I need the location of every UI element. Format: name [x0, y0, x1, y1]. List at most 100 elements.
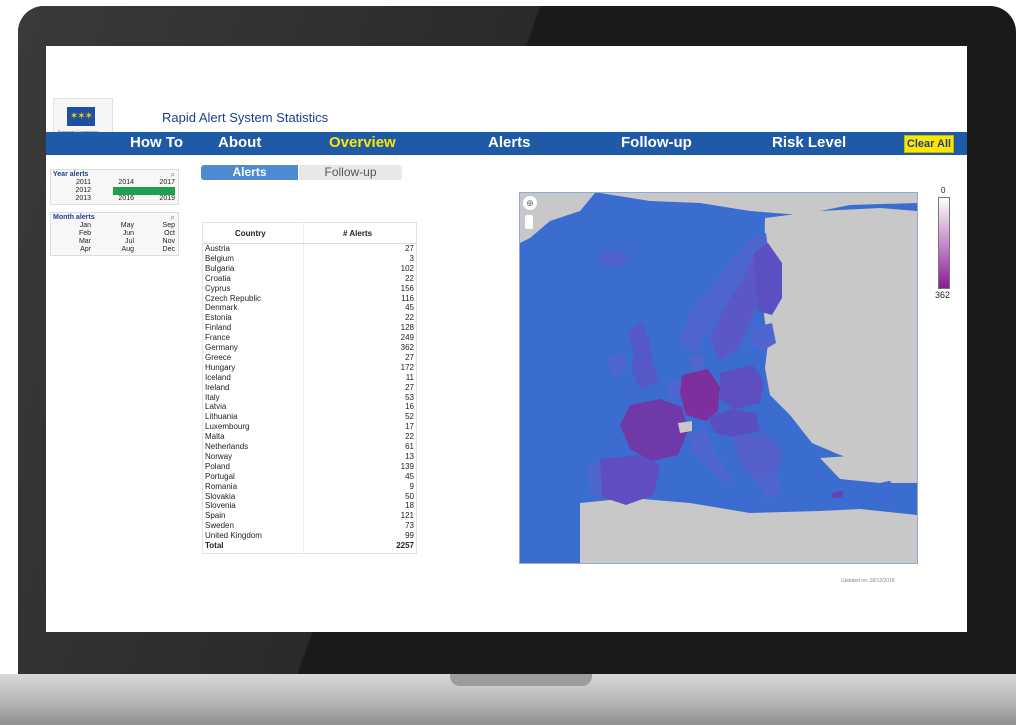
month-option[interactable]: Sep [147, 222, 175, 230]
screen: ✶✶✶ European Commission Rapid Alert Syst… [46, 46, 967, 632]
table-row[interactable]: Romania 9 [203, 482, 416, 492]
table-row[interactable]: Denmark 45 [203, 303, 416, 313]
year-option[interactable]: 2014 [106, 179, 134, 187]
map-greece [756, 473, 782, 499]
map-pan-control[interactable] [525, 215, 533, 229]
country-cell: Poland [205, 461, 230, 471]
table-row[interactable]: Finland 128 [203, 323, 416, 333]
map-denmark [690, 353, 704, 371]
table-row[interactable]: United Kingdom 99 [203, 531, 416, 541]
table-row[interactable]: Hungary 172 [203, 363, 416, 373]
alerts-cell: 22 [405, 313, 414, 323]
map-zoom-icon[interactable]: ⊕ [523, 196, 537, 210]
table-row[interactable]: Iceland 11 [203, 373, 416, 383]
table-row[interactable]: Luxembourg 17 [203, 422, 416, 432]
alerts-cell: 3 [409, 253, 414, 263]
month-option[interactable]: May [106, 222, 134, 230]
table-row[interactable]: Sweden 73 [203, 521, 416, 531]
table-row[interactable]: Bulgaria 102 [203, 264, 416, 274]
europe-map[interactable]: ⊕ [519, 192, 918, 564]
year-option[interactable]: 2016 [106, 195, 134, 203]
table-row[interactable]: Norway 13 [203, 452, 416, 462]
country-cell: Norway [205, 451, 233, 461]
table-row[interactable]: Slovenia 18 [203, 501, 416, 511]
table-header: Country # Alerts [203, 223, 416, 244]
table-row[interactable]: Slovakia 50 [203, 492, 416, 502]
alerts-cell: 27 [405, 382, 414, 392]
alerts-cell: 139 [400, 461, 414, 471]
laptop-notch [450, 674, 592, 686]
nav-risk-level[interactable]: Risk Level [772, 134, 846, 151]
year-option[interactable]: 2013 [63, 195, 91, 203]
table-row[interactable]: Greece 27 [203, 353, 416, 363]
month-option[interactable]: Jun [106, 230, 134, 238]
month-option[interactable]: Mar [63, 238, 91, 246]
table-row[interactable]: Netherlands 61 [203, 442, 416, 452]
toggle-alerts[interactable]: Alerts [201, 165, 298, 180]
table-row[interactable]: Cyprus 156 [203, 284, 416, 294]
table-row[interactable]: Belgium 3 [203, 254, 416, 264]
color-scale-legend [938, 197, 950, 289]
country-cell: Croatia [205, 273, 231, 283]
table-row[interactable]: Lithuania 52 [203, 412, 416, 422]
country-cell: Iceland [205, 372, 231, 382]
table-row[interactable]: Malta 22 [203, 432, 416, 442]
month-option[interactable]: Apr [63, 246, 91, 254]
year-option[interactable]: 2011 [63, 179, 91, 187]
alerts-cell: 45 [405, 303, 414, 313]
alerts-cell: 45 [405, 471, 414, 481]
year-option[interactable]: 2019 [147, 195, 175, 203]
clear-all-button[interactable]: Clear All [904, 135, 954, 153]
table-row[interactable]: Spain 121 [203, 511, 416, 521]
toggle-follow-up[interactable]: Follow-up [299, 165, 402, 180]
nav-how-to[interactable]: How To [130, 134, 183, 151]
month-option[interactable]: Nov [147, 238, 175, 246]
country-cell: Romania [205, 481, 238, 491]
nav-follow-up[interactable]: Follow-up [621, 134, 692, 151]
alerts-cell: 362 [400, 343, 414, 352]
month-option[interactable]: Oct [147, 230, 175, 238]
country-cell: Italy [205, 392, 220, 402]
table-row[interactable]: Poland 139 [203, 462, 416, 472]
alerts-cell: 22 [405, 273, 414, 283]
country-cell: Slovakia [205, 491, 236, 501]
country-cell: Czech Republic [205, 293, 262, 303]
table-total-row: Total 2257 [203, 541, 416, 551]
map-iceland [598, 249, 632, 267]
legend-min-label: 0 [941, 186, 946, 195]
table-row[interactable]: Austria 27 [203, 244, 416, 254]
country-cell: Ireland [205, 382, 230, 392]
table-row[interactable]: Ireland 27 [203, 383, 416, 393]
year-option[interactable]: 2012 [63, 187, 91, 195]
year-filter: Year alerts ⌕ 2011 2014 2017 2012 2015 2… [50, 169, 179, 205]
alerts-cell: 52 [405, 412, 414, 422]
alerts-cell: 27 [405, 352, 414, 362]
alerts-table: Country # Alerts Austria 27 Belgium 3 Bulgar… [202, 222, 417, 554]
country-cell: Austria [205, 244, 230, 253]
table-row[interactable]: Italy 53 [203, 393, 416, 403]
column-header-alerts[interactable]: # Alerts [343, 229, 372, 238]
nav-alerts[interactable]: Alerts [488, 134, 531, 151]
table-row[interactable]: Czech Republic 116 [203, 294, 416, 304]
app-title: Rapid Alert System Statistics [162, 110, 329, 125]
country-cell: Lithuania [205, 412, 238, 422]
month-option[interactable]: Aug [106, 246, 134, 254]
alerts-cell: 61 [405, 442, 414, 451]
table-row[interactable]: Latvia 16 [203, 402, 416, 412]
month-option[interactable]: Jan [63, 222, 91, 230]
nav-overview[interactable]: Overview [329, 134, 396, 151]
nav-about[interactable]: About [218, 134, 261, 151]
year-option-selected[interactable]: 2018 [113, 187, 175, 195]
year-option[interactable]: 2017 [147, 179, 175, 187]
table-row[interactable]: Croatia 22 [203, 274, 416, 284]
month-option[interactable]: Feb [63, 230, 91, 238]
alerts-cell: 16 [405, 402, 414, 412]
table-row[interactable]: Estonia 22 [203, 313, 416, 323]
table-row[interactable]: Germany 362 [203, 343, 416, 353]
column-header-country[interactable]: Country [235, 229, 266, 238]
table-row[interactable]: Portugal 45 [203, 472, 416, 482]
month-option[interactable]: Jul [106, 238, 134, 246]
table-row[interactable]: France 249 [203, 333, 416, 343]
month-option[interactable]: Dec [147, 246, 175, 254]
alerts-cell: 22 [405, 432, 414, 442]
